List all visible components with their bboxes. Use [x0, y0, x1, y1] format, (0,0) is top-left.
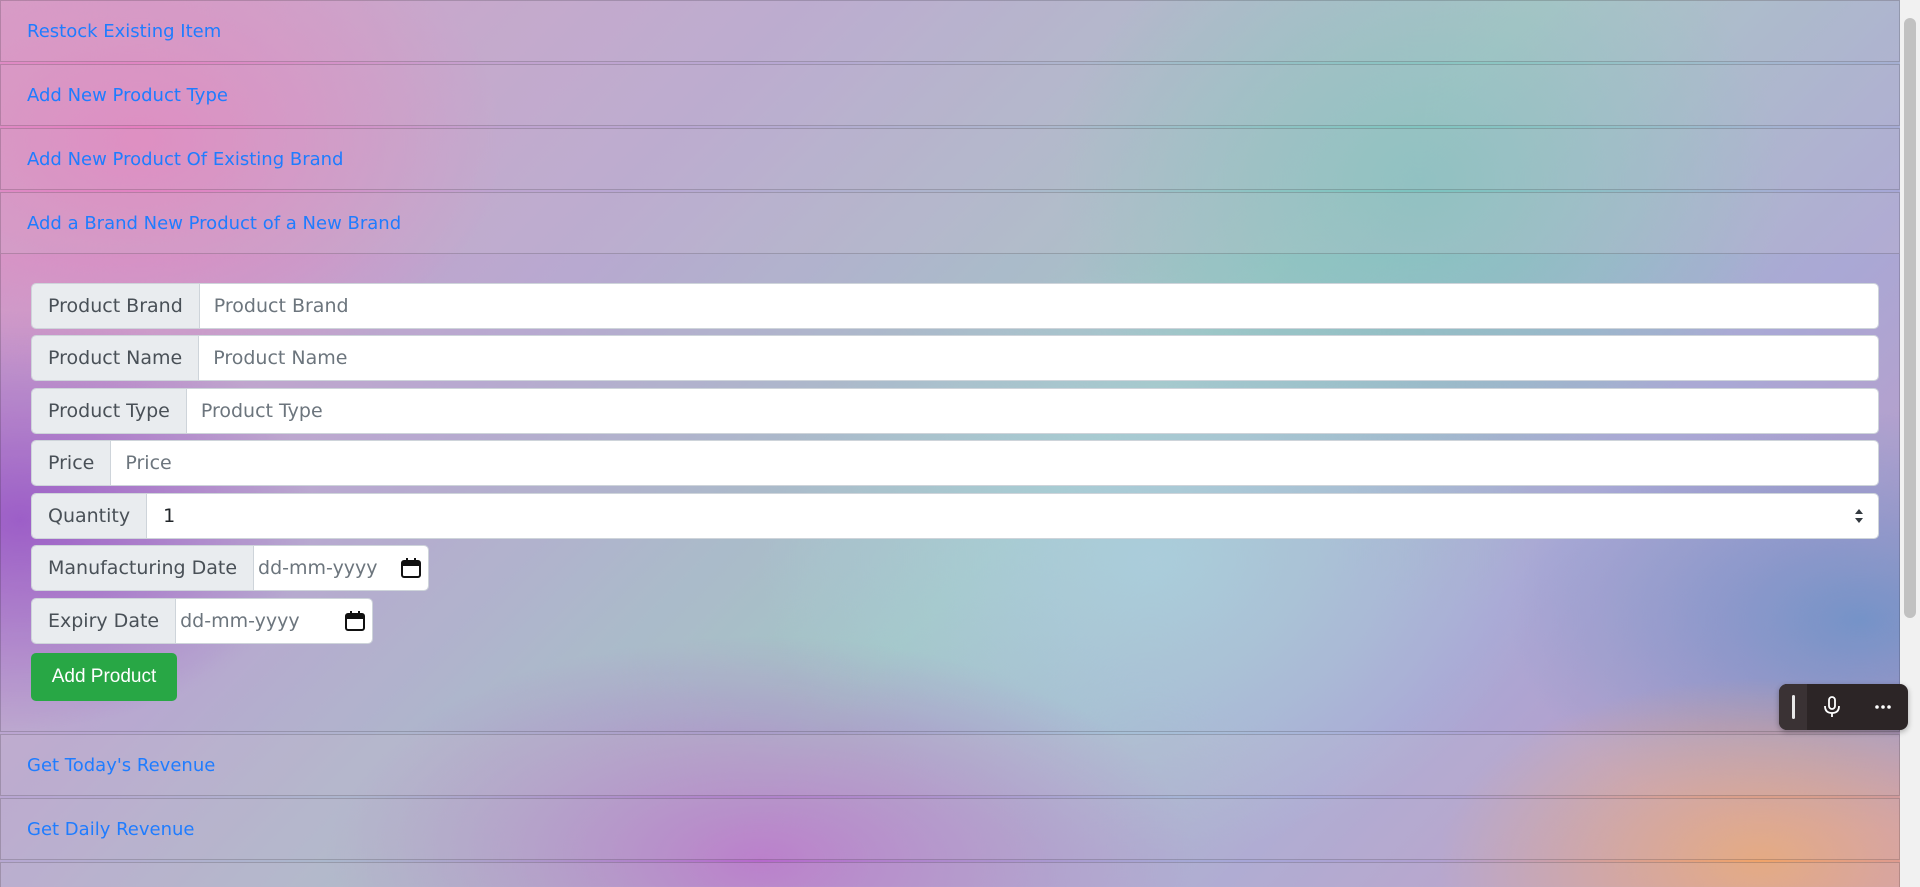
- product-name-input[interactable]: [199, 336, 1878, 380]
- calendar-icon[interactable]: [344, 610, 366, 632]
- add-product-button[interactable]: Add Product: [31, 653, 177, 701]
- accordion-add-new-product-existing-brand[interactable]: Add New Product Of Existing Brand: [0, 128, 1900, 190]
- page-content: Restock Existing Item Add New Product Ty…: [0, 0, 1900, 887]
- calendar-icon[interactable]: [400, 557, 422, 579]
- microphone-button[interactable]: [1807, 684, 1858, 730]
- accordion-link[interactable]: Get Today's Revenue: [27, 755, 215, 776]
- accordion-get-daily-revenue[interactable]: Get Daily Revenue: [0, 798, 1900, 860]
- price-label: Price: [32, 441, 112, 485]
- voice-toolbar: [1779, 684, 1908, 730]
- product-type-label: Product Type: [32, 389, 187, 433]
- accordion-get-todays-revenue[interactable]: Get Today's Revenue: [0, 734, 1900, 796]
- expiry-date-input[interactable]: dd-mm-yyyy: [176, 599, 372, 643]
- quantity-value: 1: [163, 505, 176, 527]
- product-brand-group: Product Brand: [31, 283, 1879, 329]
- vertical-scrollbar[interactable]: [1900, 0, 1920, 887]
- date-placeholder: dd-mm-yyyy: [180, 610, 300, 632]
- more-options-button[interactable]: [1858, 684, 1909, 730]
- price-group: Price: [31, 440, 1879, 486]
- accordion-link[interactable]: Add New Product Type: [27, 85, 228, 106]
- date-placeholder: dd-mm-yyyy: [258, 557, 378, 579]
- accordion-add-new-product-type[interactable]: Add New Product Type: [0, 64, 1900, 126]
- more-options-icon: [1874, 705, 1891, 709]
- accordion-restock-existing-item[interactable]: Restock Existing Item: [0, 0, 1900, 62]
- product-brand-input[interactable]: [199, 284, 1878, 328]
- quantity-group: Quantity 1: [31, 493, 1879, 539]
- product-type-group: Product Type: [31, 388, 1879, 434]
- select-arrows-icon: [1855, 509, 1863, 523]
- product-name-group: Product Name: [31, 335, 1879, 381]
- microphone-icon: [1824, 696, 1841, 717]
- quantity-select[interactable]: 1: [147, 494, 1878, 538]
- manufacturing-date-label: Manufacturing Date: [32, 546, 255, 590]
- product-type-input[interactable]: [186, 389, 1878, 433]
- accordion-next-section[interactable]: [0, 862, 1900, 887]
- quantity-label: Quantity: [32, 494, 148, 538]
- accordion-link[interactable]: Restock Existing Item: [27, 21, 221, 42]
- scrollbar-thumb[interactable]: [1904, 18, 1916, 618]
- drag-handle-icon[interactable]: [1779, 684, 1807, 730]
- manufacturing-date-group: Manufacturing Date dd-mm-yyyy: [31, 545, 429, 591]
- price-input[interactable]: [111, 441, 1878, 485]
- accordion-link[interactable]: Get Daily Revenue: [27, 819, 194, 840]
- expiry-date-group: Expiry Date dd-mm-yyyy: [31, 598, 373, 644]
- expiry-date-label: Expiry Date: [32, 599, 177, 643]
- accordion-link[interactable]: Add a Brand New Product of a New Brand: [27, 213, 401, 234]
- manufacturing-date-input[interactable]: dd-mm-yyyy: [254, 546, 428, 590]
- product-name-label: Product Name: [32, 336, 200, 380]
- product-brand-label: Product Brand: [32, 284, 200, 328]
- accordion-link[interactable]: Add New Product Of Existing Brand: [27, 149, 343, 170]
- accordion-add-brand-new-product[interactable]: Add a Brand New Product of a New Brand: [0, 192, 1900, 254]
- add-product-form: Product Brand Product Name Product Type …: [0, 254, 1900, 732]
